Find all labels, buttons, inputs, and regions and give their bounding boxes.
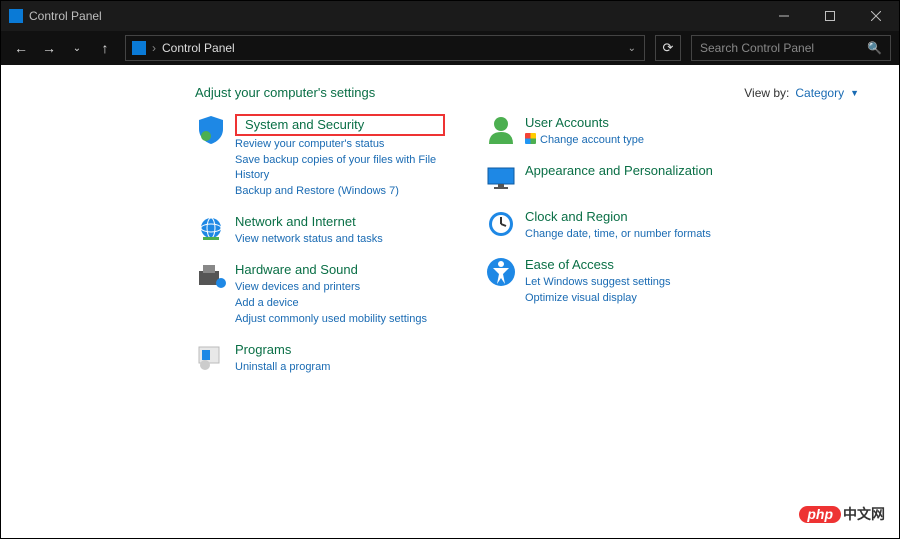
user-accounts-heading[interactable]: User Accounts xyxy=(525,114,644,132)
page-heading: Adjust your computer's settings xyxy=(195,85,375,100)
hardware-and-sound[interactable]: Hardware and Sound View devices and prin… xyxy=(195,261,445,327)
programs-icon xyxy=(195,341,227,373)
accessibility-icon xyxy=(485,256,517,288)
link-backup-restore[interactable]: Backup and Restore (Windows 7) xyxy=(235,184,445,199)
up-button[interactable]: ↑ xyxy=(93,36,117,60)
clock-heading[interactable]: Clock and Region xyxy=(525,208,711,226)
control-panel-icon xyxy=(9,9,23,23)
address-control-panel-icon xyxy=(132,41,146,55)
link-mobility[interactable]: Adjust commonly used mobility settings xyxy=(235,312,427,327)
window-buttons xyxy=(761,1,899,31)
content-area: Adjust your computer's settings View by:… xyxy=(1,65,899,538)
address-dropdown-icon[interactable]: ⌄ xyxy=(628,43,636,54)
watermark-text: 中文网 xyxy=(843,504,885,524)
right-column: User Accounts Change account type Appear… xyxy=(485,114,735,375)
link-optimize-display[interactable]: Optimize visual display xyxy=(525,291,671,306)
ease-of-access[interactable]: Ease of Access Let Windows suggest setti… xyxy=(485,256,735,306)
chevron-down-icon[interactable]: ▼ xyxy=(850,88,859,98)
heading-row: Adjust your computer's settings View by:… xyxy=(11,85,899,114)
close-button[interactable] xyxy=(853,1,899,31)
link-add-device[interactable]: Add a device xyxy=(235,296,427,311)
link-network-status[interactable]: View network status and tasks xyxy=(235,232,383,247)
network-and-internet[interactable]: Network and Internet View network status… xyxy=(195,213,445,247)
titlebar: Control Panel xyxy=(1,1,899,31)
link-file-history[interactable]: Save backup copies of your files with Fi… xyxy=(235,153,445,183)
globe-icon xyxy=(195,213,227,245)
search-box[interactable]: 🔍 xyxy=(691,35,891,61)
category-columns: System and Security Review your computer… xyxy=(11,114,899,375)
link-change-account-type[interactable]: Change account type xyxy=(525,133,644,148)
hardware-heading[interactable]: Hardware and Sound xyxy=(235,261,427,279)
address-bar[interactable]: › Control Panel ⌄ xyxy=(125,35,645,61)
network-heading[interactable]: Network and Internet xyxy=(235,213,383,231)
back-button[interactable]: ← xyxy=(9,36,33,60)
breadcrumb-separator-icon: › xyxy=(152,41,156,55)
recent-dropdown-icon[interactable]: ⌄ xyxy=(65,36,89,60)
search-input[interactable] xyxy=(700,41,867,55)
ease-heading[interactable]: Ease of Access xyxy=(525,256,671,274)
minimize-button[interactable] xyxy=(761,1,807,31)
monitor-icon xyxy=(485,162,517,194)
appearance-and-personalization[interactable]: Appearance and Personalization xyxy=(485,162,735,194)
breadcrumb[interactable]: Control Panel xyxy=(162,41,235,55)
left-column: System and Security Review your computer… xyxy=(195,114,445,375)
link-date-time-formats[interactable]: Change date, time, or number formats xyxy=(525,227,711,242)
watermark: php 中文网 xyxy=(799,504,885,524)
clock-icon xyxy=(485,208,517,240)
link-devices-printers[interactable]: View devices and printers xyxy=(235,280,427,295)
appearance-heading[interactable]: Appearance and Personalization xyxy=(525,162,713,180)
programs[interactable]: Programs Uninstall a program xyxy=(195,341,445,375)
user-accounts[interactable]: User Accounts Change account type xyxy=(485,114,735,148)
link-uninstall-program[interactable]: Uninstall a program xyxy=(235,360,330,375)
search-icon[interactable]: 🔍 xyxy=(867,41,882,55)
shield-icon xyxy=(195,114,227,146)
view-by-label: View by: xyxy=(744,86,789,100)
maximize-button[interactable] xyxy=(807,1,853,31)
system-and-security-heading[interactable]: System and Security xyxy=(235,114,445,136)
view-by[interactable]: View by: Category ▼ xyxy=(744,86,859,100)
programs-heading[interactable]: Programs xyxy=(235,341,330,359)
navbar: ← → ⌄ ↑ › Control Panel ⌄ ⟳ 🔍 xyxy=(1,31,899,65)
printer-icon xyxy=(195,261,227,293)
link-suggest-settings[interactable]: Let Windows suggest settings xyxy=(525,275,671,290)
forward-button[interactable]: → xyxy=(37,36,61,60)
clock-and-region[interactable]: Clock and Region Change date, time, or n… xyxy=(485,208,735,242)
window-title: Control Panel xyxy=(29,9,102,23)
view-by-value[interactable]: Category xyxy=(795,86,844,100)
user-icon xyxy=(485,114,517,146)
refresh-button[interactable]: ⟳ xyxy=(655,35,681,61)
system-and-security[interactable]: System and Security Review your computer… xyxy=(195,114,445,199)
link-review-status[interactable]: Review your computer's status xyxy=(235,137,445,152)
watermark-oval: php xyxy=(799,506,841,523)
